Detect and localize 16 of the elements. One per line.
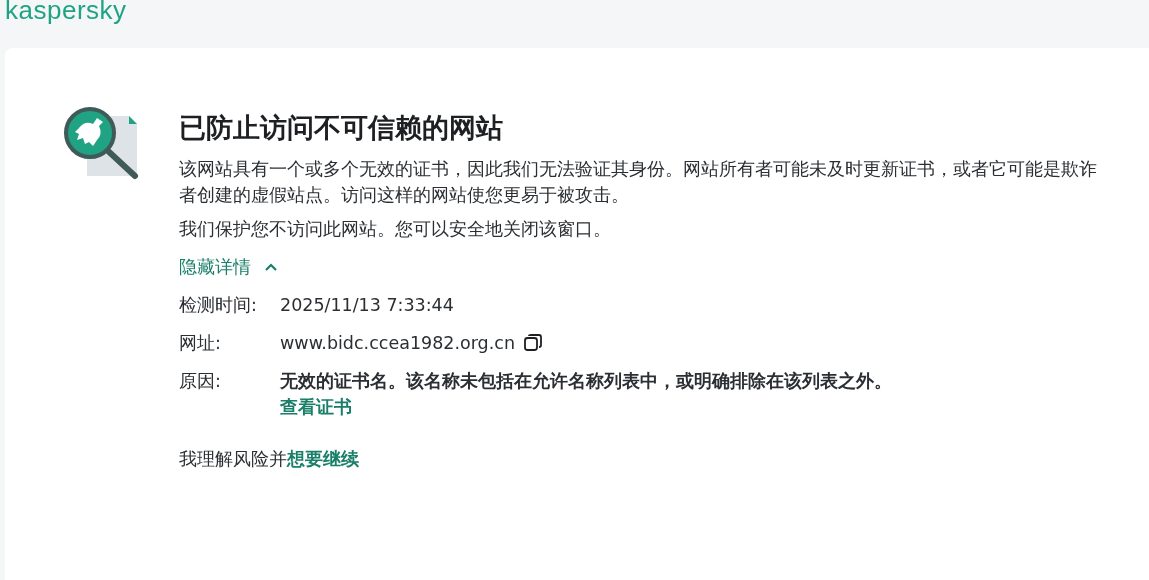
- reason-value: 无效的证书名。该名称未包括在允许名称列表中，或明确排除在该列表之外。: [280, 370, 892, 393]
- url-value: www.bidc.ccea1982.org.cn: [280, 332, 515, 355]
- page-title: 已防止访问不可信赖的网站: [179, 111, 504, 145]
- view-certificate-link[interactable]: 查看证书: [280, 394, 892, 420]
- message-text: 我们保护您不访问此网站。您可以安全地关闭该窗口。: [179, 218, 612, 241]
- message-text: 该网站具有一个或多个无效的证书，因此我们无法验证其身份。网站所有者可能未及时更新证书，或者它可能是欺诈者创建的虚假站点。访问这样的网站使您更易于被攻击。: [179, 158, 1098, 207]
- brand-logo: kaspersky: [5, 0, 127, 23]
- caret-up-icon: [265, 263, 277, 271]
- detail-label: 网址:: [179, 332, 222, 355]
- detail-value: 2025/11/13 7:33:44: [280, 294, 454, 317]
- proceed-text: 我理解风险并想要继续: [179, 448, 360, 471]
- copy-icon[interactable]: [522, 333, 543, 353]
- proceed-link[interactable]: 想要继续: [287, 449, 359, 469]
- detail-label: 检测时间:: [179, 294, 258, 317]
- detail-label: 原因:: [179, 370, 222, 393]
- details-toggle[interactable]: 隐藏详情: [179, 254, 277, 280]
